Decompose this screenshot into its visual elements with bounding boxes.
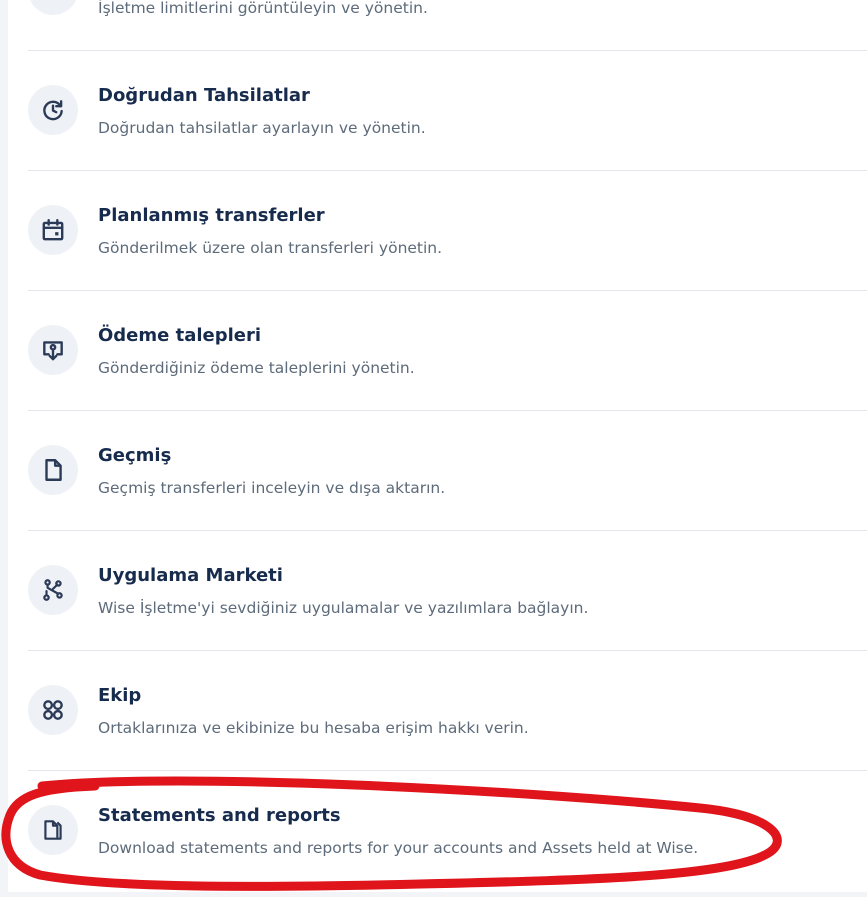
menu-item-title: Ekip xyxy=(98,685,142,706)
clock-refresh-icon xyxy=(28,85,78,135)
calendar-icon xyxy=(28,205,78,255)
menu-item-title: Uygulama Marketi xyxy=(98,565,283,586)
menu-item-description: Geçmiş transferleri inceleyin ve dışa ak… xyxy=(98,479,446,497)
menu-item-description: Download statements and reports for your… xyxy=(98,839,699,857)
menu-item-description: İşletme limitlerini görüntüleyin ve yöne… xyxy=(98,0,428,17)
menu-item-description: Doğrudan tahsilatlar ayarlayın ve yöneti… xyxy=(98,119,426,137)
menu-item-scheduled-transfers[interactable]: Planlanmış transferler Gönderilmek üzere… xyxy=(28,171,867,291)
menu-item-title: Statements and reports xyxy=(98,805,341,826)
payment-request-icon xyxy=(28,325,78,375)
menu-item-title: Geçmiş xyxy=(98,445,172,466)
page: İşletme limitlerini görüntüleyin ve yöne… xyxy=(0,0,867,897)
menu-item-title: Doğrudan Tahsilatlar xyxy=(98,85,310,106)
menu-item-business-limits[interactable]: İşletme limitlerini görüntüleyin ve yöne… xyxy=(28,0,867,51)
gauge-icon xyxy=(28,0,78,15)
menu-item-description: Gönderdiğiniz ödeme taleplerini yönetin. xyxy=(98,359,415,377)
statements-icon xyxy=(28,805,78,855)
menu-item-title: Ödeme talepleri xyxy=(98,325,262,346)
menu-item-app-market[interactable]: Uygulama Marketi Wise İşletme'yi sevdiği… xyxy=(28,531,867,651)
menu-item-direct-debits[interactable]: Doğrudan Tahsilatlar Doğrudan tahsilatla… xyxy=(28,51,867,171)
menu-item-description: Gönderilmek üzere olan transferleri yöne… xyxy=(98,239,443,257)
menu-item-description: Ortaklarınıza ve ekibinize bu hesaba eri… xyxy=(98,719,529,737)
integrations-icon xyxy=(28,565,78,615)
menu-item-title: Planlanmış transferler xyxy=(98,205,325,226)
menu-item-history[interactable]: Geçmiş Geçmiş transferleri inceleyin ve … xyxy=(28,411,867,531)
menu-item-payment-requests[interactable]: Ödeme talepleri Gönderdiğiniz ödeme tale… xyxy=(28,291,867,411)
settings-menu-list: İşletme limitlerini görüntüleyin ve yöne… xyxy=(28,0,867,891)
menu-item-team[interactable]: Ekip Ortaklarınıza ve ekibinize bu hesab… xyxy=(28,651,867,771)
document-icon xyxy=(28,445,78,495)
settings-panel: İşletme limitlerini görüntüleyin ve yöne… xyxy=(8,0,867,892)
menu-item-statements-and-reports[interactable]: Statements and reports Download statemen… xyxy=(28,771,867,891)
team-icon xyxy=(28,685,78,735)
menu-item-description: Wise İşletme'yi sevdiğiniz uygulamalar v… xyxy=(98,599,589,617)
